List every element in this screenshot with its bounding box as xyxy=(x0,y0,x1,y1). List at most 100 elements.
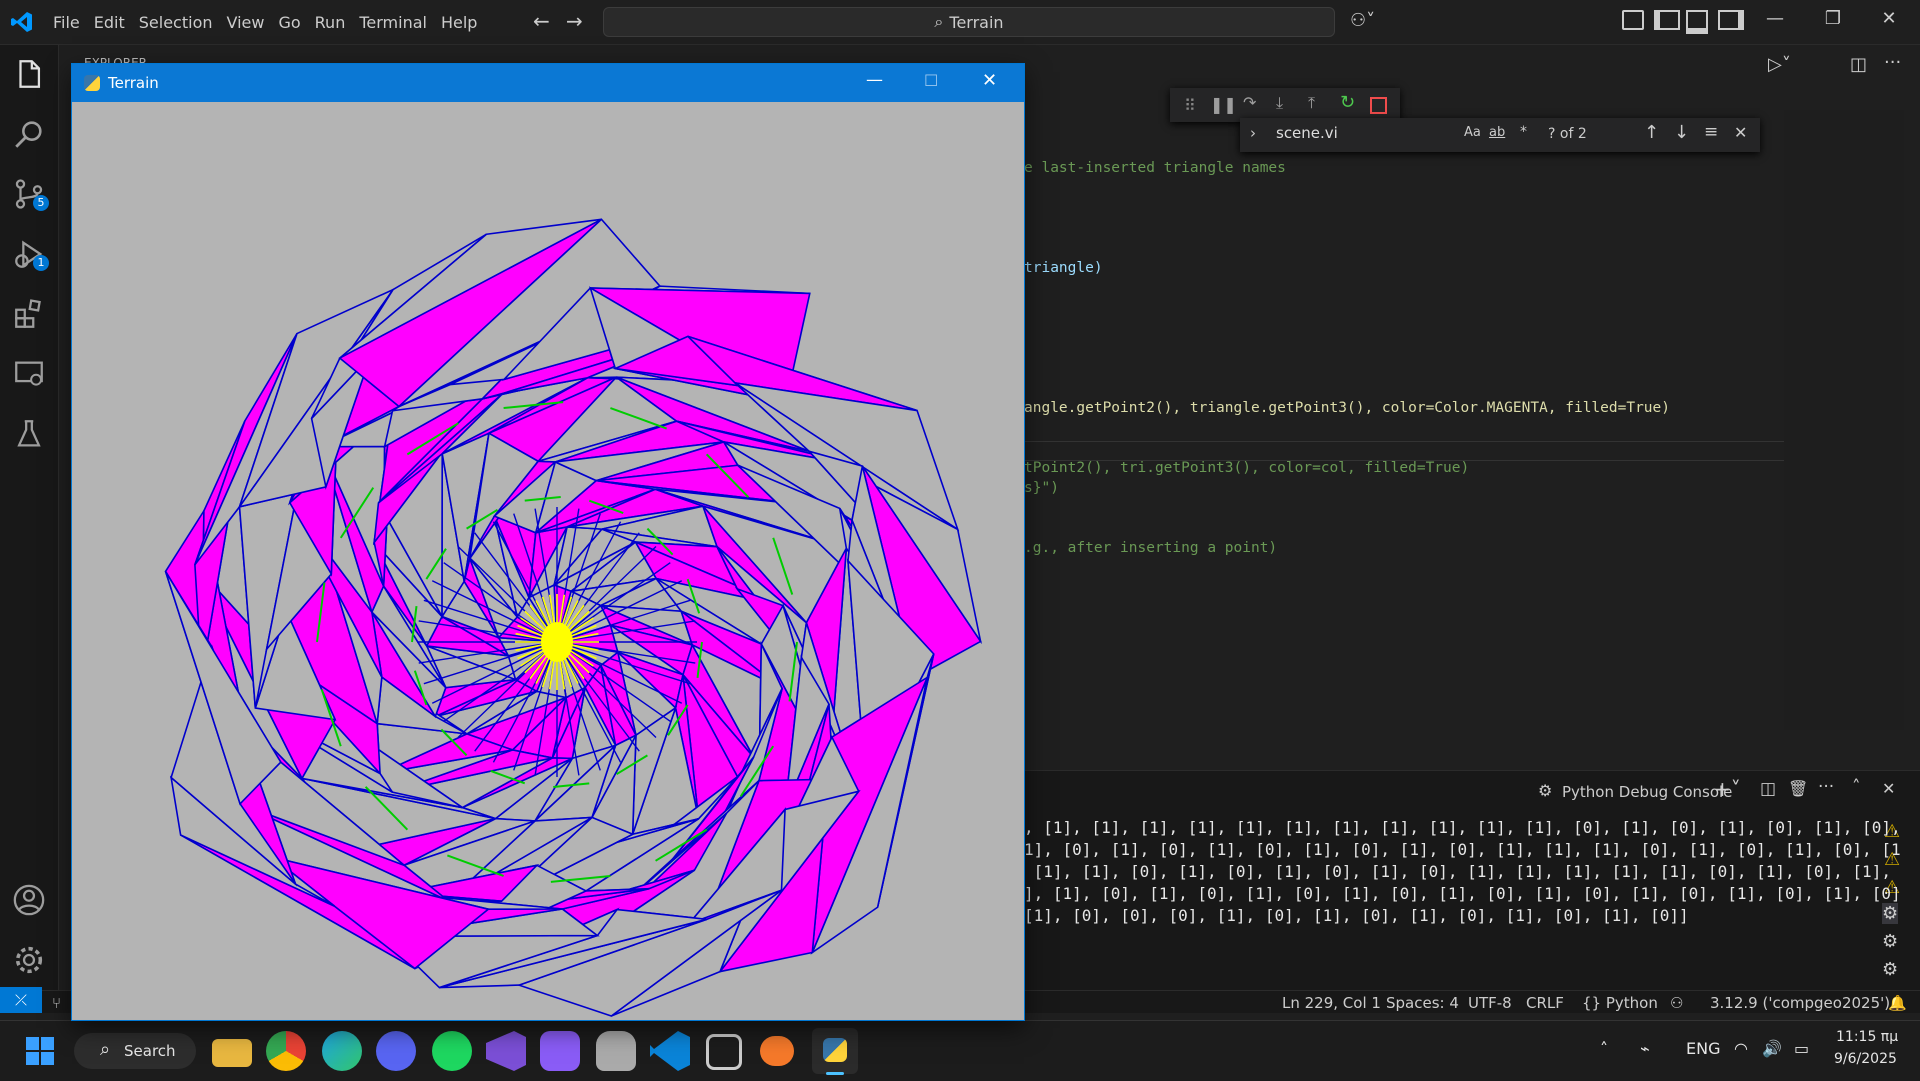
find-in-selection-icon[interactable]: ≡ xyxy=(1704,122,1718,142)
edge-icon[interactable] xyxy=(322,1031,362,1071)
minimap[interactable] xyxy=(1784,110,1904,730)
python-interpreter[interactable]: 3.12.9 ('compgeo2025') xyxy=(1710,994,1890,1012)
toggle-replace-icon[interactable]: › xyxy=(1250,124,1256,142)
spotify-icon[interactable] xyxy=(432,1031,472,1071)
split-terminal-icon[interactable]: ◫ xyxy=(1760,779,1776,799)
toggle-panel-icon[interactable] xyxy=(1686,10,1708,34)
panel-more-icon[interactable]: ··· xyxy=(1818,777,1834,797)
find-input[interactable]: scene.vi xyxy=(1276,124,1456,142)
debug-session-icon[interactable]: ⚙ xyxy=(1882,931,1898,952)
database-icon[interactable] xyxy=(596,1031,636,1071)
center-peak xyxy=(541,622,573,662)
restore-icon[interactable]: ❐ xyxy=(1810,8,1856,36)
toggle-primary-sidebar-icon[interactable] xyxy=(1654,10,1680,30)
search-sidebar-icon[interactable] xyxy=(12,117,46,151)
menu-go[interactable]: Go xyxy=(278,13,300,32)
maximize-panel-icon[interactable]: ˄ xyxy=(1852,777,1861,797)
line-ending[interactable]: CRLF xyxy=(1526,994,1564,1012)
debug-console-title[interactable]: Python Debug Console xyxy=(1562,783,1732,801)
windows-start-icon[interactable] xyxy=(20,1031,60,1071)
clock-time[interactable]: 11:15 πμ xyxy=(1836,1029,1898,1045)
step-over-icon[interactable]: ↷ xyxy=(1243,93,1256,112)
testing-icon[interactable] xyxy=(12,417,46,451)
command-center-search[interactable]: ⌕ Terrain xyxy=(603,7,1335,37)
terrain-maximize-icon[interactable]: ☐ xyxy=(924,71,938,90)
menu-edit[interactable]: Edit xyxy=(94,13,125,32)
python-taskbar-icon[interactable] xyxy=(812,1028,858,1075)
show-hidden-icons[interactable]: ˄ xyxy=(1600,1039,1608,1058)
run-button-icon[interactable]: ▷˅ xyxy=(1768,54,1791,75)
indentation[interactable]: Spaces: 4 xyxy=(1386,994,1459,1012)
accounts-icon[interactable] xyxy=(12,883,46,917)
taskbar-search[interactable]: ⌕ Search xyxy=(74,1033,196,1069)
visual-studio-icon[interactable] xyxy=(486,1031,526,1071)
volume-icon[interactable]: 🔊 xyxy=(1762,1039,1782,1058)
minimize-icon[interactable]: — xyxy=(1752,8,1798,36)
menu-view[interactable]: View xyxy=(227,13,265,32)
close-panel-icon[interactable]: ✕ xyxy=(1882,779,1895,798)
language-mode[interactable]: {} Python xyxy=(1582,994,1658,1012)
match-word-icon[interactable]: ab xyxy=(1489,125,1505,140)
language-indicator[interactable]: ENG xyxy=(1686,1039,1720,1058)
copilot-status-icon[interactable]: ⚇ xyxy=(1670,994,1683,1012)
extensions-icon[interactable] xyxy=(12,297,46,331)
notifications-icon[interactable]: 🔔 xyxy=(1888,994,1907,1012)
terrain-canvas[interactable] xyxy=(72,102,1024,1020)
discord-icon[interactable] xyxy=(376,1031,416,1071)
terrain-window-titlebar[interactable]: Terrain — ☐ ✕ xyxy=(72,64,1024,102)
network-off-icon[interactable]: ⌁ xyxy=(1640,1039,1650,1058)
next-match-icon[interactable]: ↓ xyxy=(1674,122,1689,143)
encoding[interactable]: UTF-8 xyxy=(1468,994,1512,1012)
step-into-icon[interactable]: ⤓ xyxy=(1276,93,1283,113)
stop-icon[interactable] xyxy=(1370,97,1387,114)
restart-icon[interactable]: ↻ xyxy=(1340,92,1355,113)
settings-gear-icon[interactable] xyxy=(12,943,46,977)
terrain-close-icon[interactable]: ✕ xyxy=(982,70,997,91)
close-find-icon[interactable]: ✕ xyxy=(1734,123,1747,142)
copilot-icon[interactable]: ⚇˅ xyxy=(1350,10,1375,31)
console-output-line: , [1], [1], [1], [1], [1], [1], [1], [1]… xyxy=(1024,818,1901,837)
back-arrow-icon[interactable]: ← xyxy=(533,9,550,33)
find-widget: › scene.vi Aa ab * ? of 2 ↑ ↓ ≡ ✕ xyxy=(1240,118,1760,152)
match-case-icon[interactable]: Aa xyxy=(1464,125,1481,140)
battery-icon[interactable]: ▭ xyxy=(1794,1039,1809,1058)
previous-match-icon[interactable]: ↑ xyxy=(1644,122,1659,143)
branch-icon[interactable]: ⑂ xyxy=(52,994,61,1012)
cursor-position[interactable]: Ln 229, Col 1 xyxy=(1282,994,1381,1012)
forward-arrow-icon[interactable]: → xyxy=(566,9,583,33)
layout-customize-icon[interactable] xyxy=(1622,10,1644,30)
menu-file[interactable]: File xyxy=(53,13,80,32)
console-output-line: ], [1], [0], [1], [0], [1], [0], [1], [0… xyxy=(1024,884,1901,903)
wifi-icon[interactable]: ◠ xyxy=(1734,1039,1748,1058)
blender-icon[interactable] xyxy=(760,1036,794,1066)
file-explorer-icon[interactable] xyxy=(212,1039,252,1067)
toggle-secondary-sidebar-icon[interactable] xyxy=(1718,10,1744,30)
new-terminal-icon[interactable]: +˅ xyxy=(1714,777,1741,801)
kill-terminal-icon[interactable]: 🗑 xyxy=(1788,779,1808,798)
terrain-minimize-icon[interactable]: — xyxy=(866,70,883,90)
copilot-app-icon[interactable] xyxy=(540,1031,580,1071)
close-icon[interactable]: ✕ xyxy=(1866,8,1912,36)
more-actions-icon[interactable]: ··· xyxy=(1884,52,1901,73)
debug-toolbar: ⠿ ❚❚ ↷ ⤓ ⤒ ↻ xyxy=(1170,88,1400,122)
remote-indicator-icon[interactable]: ⤫ xyxy=(0,987,42,1013)
unity-icon[interactable] xyxy=(706,1034,742,1070)
regex-icon[interactable]: * xyxy=(1520,124,1527,140)
drag-handle-icon[interactable]: ⠿ xyxy=(1184,96,1196,115)
debug-session-icon[interactable]: ⚙ xyxy=(1882,903,1899,924)
clock-date[interactable]: 9/6/2025 xyxy=(1834,1051,1897,1067)
split-editor-icon[interactable]: ◫ xyxy=(1850,54,1867,75)
explorer-icon[interactable] xyxy=(12,57,46,91)
chrome-icon[interactable] xyxy=(266,1031,306,1071)
menu-run[interactable]: Run xyxy=(315,13,346,32)
search-icon: ⌕ xyxy=(934,12,944,31)
remote-explorer-icon[interactable] xyxy=(12,357,46,391)
menu-help[interactable]: Help xyxy=(441,13,477,32)
menu-terminal[interactable]: Terminal xyxy=(359,13,427,32)
menu-selection[interactable]: Selection xyxy=(139,13,213,32)
vscode-taskbar-icon[interactable] xyxy=(650,1031,690,1071)
debug-session-icon[interactable]: ⚙ xyxy=(1882,959,1898,980)
step-out-icon[interactable]: ⤒ xyxy=(1308,93,1315,113)
pause-icon[interactable]: ❚❚ xyxy=(1210,95,1237,114)
debug-console-icon: ⚙ xyxy=(1538,781,1553,800)
